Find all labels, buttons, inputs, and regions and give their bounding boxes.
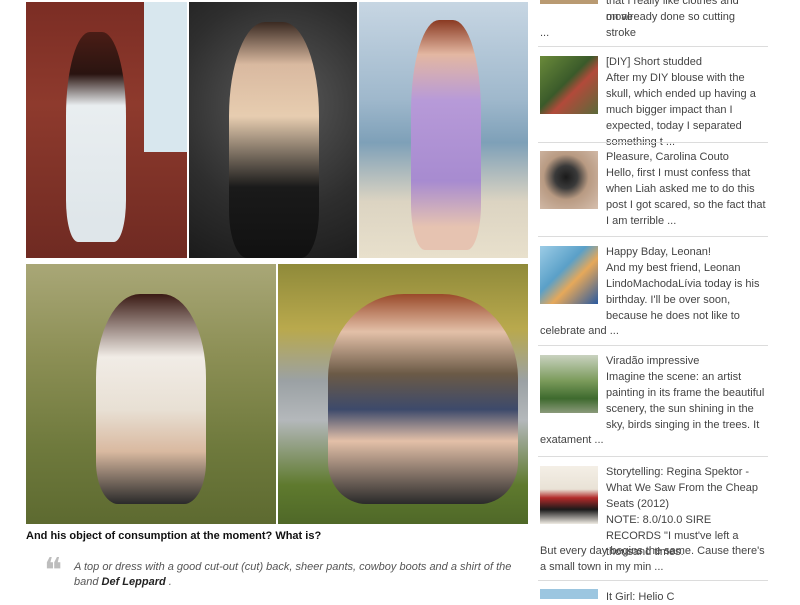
post-thumbnail[interactable]: [540, 466, 598, 524]
quote-text: A top or dress with a good cut-out (cut)…: [74, 561, 512, 588]
post-title[interactable]: [DIY] Short studded: [606, 54, 702, 70]
post-thumbnail[interactable]: [540, 355, 598, 413]
post-title[interactable]: Pleasure, Carolina Couto: [606, 149, 729, 165]
divider: [538, 580, 768, 581]
post-excerpt-tail: celebrate and ...: [540, 325, 619, 337]
post-title[interactable]: It Girl: Helio C: [606, 589, 674, 605]
photo-roadside-sitting[interactable]: [278, 264, 528, 524]
post-thumbnail[interactable]: [540, 56, 598, 114]
divider: [538, 142, 768, 143]
post-title[interactable]: Viradão impressive: [606, 353, 699, 369]
post-thumbnail[interactable]: [540, 589, 598, 599]
divider: [538, 236, 768, 237]
quote-icon: ❝: [44, 551, 63, 591]
post-thumbnail[interactable]: [540, 246, 598, 304]
photo-red-barn-dress[interactable]: [26, 2, 187, 258]
divider: [538, 456, 768, 457]
post-title[interactable]: Storytelling: Regina Spektor - What We S…: [606, 464, 766, 512]
post-excerpt: Imagine the scene: an artist painting in…: [606, 371, 765, 431]
post-excerpt-tail: But every day begins the same. Cause the…: [540, 545, 765, 573]
post-excerpt-line: ...: [540, 27, 550, 39]
photo-beach-lilac-dress[interactable]: [359, 2, 528, 258]
post-excerpt: After my DIY blouse with the skull, whic…: [606, 72, 756, 148]
post-excerpt: Hello, first I must confess that when Li…: [606, 167, 766, 227]
divider: [538, 46, 768, 47]
post-excerpt-tail: exatament ...: [540, 434, 604, 446]
interview-question: And his object of consumption at the mom…: [26, 530, 322, 542]
photo-corset[interactable]: [189, 2, 357, 258]
divider: [538, 345, 768, 346]
post-excerpt: And my best friend, Leonan LindoMachodaL…: [606, 262, 760, 322]
photo-grass-crouching[interactable]: [26, 264, 276, 524]
band-name: Def Leppard: [101, 576, 166, 588]
post-title[interactable]: Happy Bday, Leonan!: [606, 244, 711, 260]
post-thumbnail[interactable]: [540, 0, 598, 4]
post-thumbnail[interactable]: [540, 151, 598, 209]
